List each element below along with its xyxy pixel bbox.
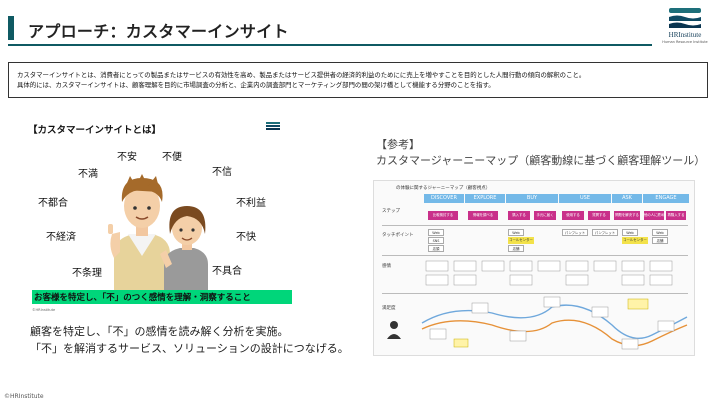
definition-box: カスタマーインサイトとは、消費者にとっての製品またはサービスの有効性を高め、製品… bbox=[8, 62, 708, 98]
title-underline bbox=[8, 44, 652, 46]
insight-banner-text: お客様を特定し、「不」のつく感情を理解・洞察すること bbox=[34, 293, 251, 303]
touchpoint-cell: パンフレット bbox=[592, 229, 618, 236]
reference-label: 【参考】 bbox=[376, 138, 420, 151]
step-cell: 質問する bbox=[588, 211, 610, 220]
customers-illustration bbox=[108, 174, 208, 290]
word-fukai: 不快 bbox=[236, 232, 256, 243]
persona-icon bbox=[387, 321, 401, 339]
row-label-emotion: 感情 bbox=[382, 264, 391, 269]
definition-line-1: カスタマーインサイトとは、消費者にとっての製品またはサービスの有効性を高め、製品… bbox=[17, 71, 586, 79]
phase-explore: EXPLORE bbox=[465, 194, 505, 203]
reference-title: カスタマージャーニーマップ（顧客動線に基づく顧客理解ツール） bbox=[376, 154, 706, 167]
word-futsugou: 不都合 bbox=[38, 198, 68, 209]
word-fuguai: 不具合 bbox=[212, 266, 242, 277]
phase-use: USE bbox=[559, 194, 611, 203]
man-figure bbox=[108, 174, 170, 290]
step-cell: 手元に届く bbox=[534, 211, 556, 220]
row-label-step: ステップ bbox=[382, 209, 400, 214]
title-accent-bar bbox=[8, 16, 14, 40]
customer-journey-map: の体験に関するジャーニーマップ（顧客視点） DISCOVER EXPLORE B… bbox=[373, 180, 695, 356]
step-cell: 情報を調べる bbox=[468, 211, 498, 220]
logo-text: HRInstitute bbox=[668, 31, 702, 39]
phase-ask: ASK bbox=[612, 194, 642, 203]
panel-copyright: ©HRInstitute bbox=[32, 308, 56, 312]
step-cell: 使用する bbox=[562, 211, 584, 220]
row-divider bbox=[382, 255, 688, 256]
touchpoint-cell: Web bbox=[508, 229, 524, 236]
row-label-touchpoint: タッチポイント bbox=[382, 233, 414, 238]
touchpoint-cell: 店舗 bbox=[652, 237, 668, 244]
touchpoint-cell: コールセンター bbox=[508, 237, 534, 244]
hrinstitute-logo: HRInstitute Human Resource Institute bbox=[658, 6, 712, 48]
word-fuan: 不安 bbox=[117, 152, 137, 163]
phase-buy: BUY bbox=[506, 194, 558, 203]
step-cell: 他の人に薦める bbox=[644, 211, 664, 220]
step-cell: 比較検討する bbox=[428, 211, 458, 220]
title-bar: アプローチ：カスタマーインサイト bbox=[0, 0, 720, 46]
touchpoint-cell: 店頭 bbox=[428, 245, 444, 252]
wave-logo-icon bbox=[669, 8, 701, 28]
word-fuben: 不便 bbox=[162, 152, 182, 163]
touchpoint-cell: Web bbox=[652, 229, 668, 236]
touchpoint-cell: 店舗 bbox=[508, 245, 524, 252]
mini-logo-icon bbox=[266, 122, 280, 130]
touchpoint-cell: Web bbox=[622, 229, 638, 236]
insight-heading: 【カスタマーインサイトとは】 bbox=[28, 125, 162, 136]
row-divider bbox=[382, 225, 688, 226]
word-fushin: 不信 bbox=[212, 167, 232, 178]
definition-line-2: 具体的には、カスタマーインサイトは、顧客理解を目的に市場調査の分析と、企業内の調… bbox=[17, 81, 495, 89]
footer-copyright: ©HRInstitute bbox=[4, 393, 44, 400]
page-title: アプローチ：カスタマーインサイト bbox=[28, 22, 289, 41]
summary-line-1: 顧客を特定し、「不」の感情を読み解く分析を実施。 bbox=[30, 325, 289, 338]
insight-panel: 【カスタマーインサイトとは】 不安 不便 不満 不信 不都合 不利益 不経済 不… bbox=[14, 118, 292, 312]
step-cell: 購入する bbox=[508, 211, 530, 220]
touchpoint-cell: パンフレット bbox=[562, 229, 588, 236]
row-divider bbox=[382, 293, 688, 294]
word-fuman: 不満 bbox=[78, 169, 98, 180]
word-furieki: 不利益 bbox=[236, 198, 266, 209]
phase-engage: ENGAGE bbox=[643, 194, 689, 203]
summary-line-2: 「不」を解消するサービス、ソリューションの設計につなげる。 bbox=[30, 342, 349, 355]
logo-subtext: Human Resource Institute bbox=[662, 40, 708, 44]
touchpoint-cell: Web bbox=[428, 229, 444, 236]
step-cell: 問題を解決する bbox=[614, 211, 640, 220]
phase-discover: DISCOVER bbox=[424, 194, 464, 203]
journey-map-title: の体験に関するジャーニーマップ（顧客視点） bbox=[396, 186, 491, 191]
touchpoint-cell: コールセンター bbox=[622, 237, 648, 244]
word-fukeizai: 不経済 bbox=[46, 232, 76, 243]
step-cell: 再購入する bbox=[666, 211, 686, 220]
word-fujouri: 不条理 bbox=[72, 268, 102, 279]
summary-text: 顧客を特定し、「不」の感情を読み解く分析を実施。 「不」を解消するサービス、ソリ… bbox=[30, 323, 349, 357]
emotion-notes bbox=[425, 260, 673, 286]
touchpoint-cell: SNS bbox=[428, 237, 444, 244]
satisfaction-curve-chart bbox=[387, 296, 688, 350]
